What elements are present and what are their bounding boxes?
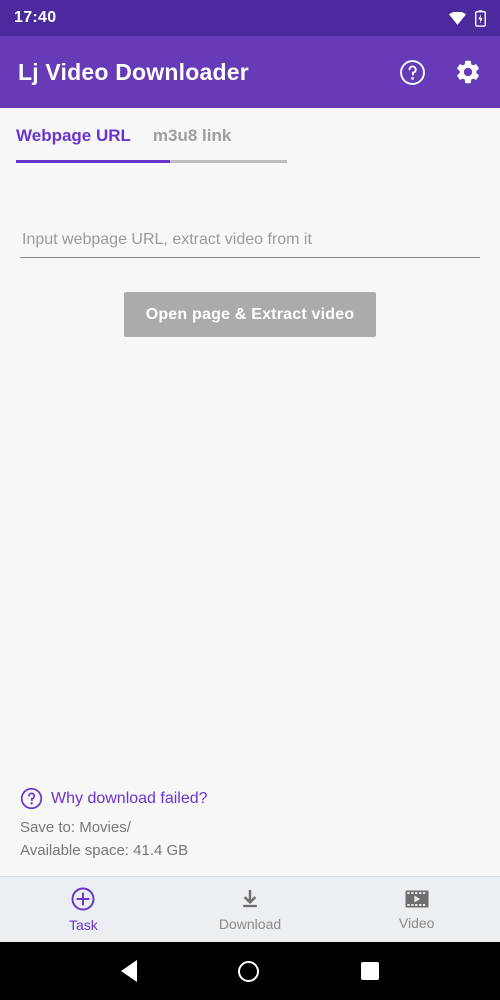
plus-circle-icon [70,886,96,912]
recents-button[interactable] [361,962,380,980]
nav-item-task[interactable]: Task [0,877,167,942]
android-system-nav [0,942,500,1000]
bottom-navigation: Task Download Video [0,876,500,942]
app-bar: Lj Video Downloader [0,36,500,108]
nav-label-task: Task [68,917,98,933]
home-button[interactable] [238,960,260,982]
nav-item-download[interactable]: Download [167,877,334,942]
battery-charging-icon [475,9,486,27]
available-space-label: Available space: 41.4 GB [20,841,189,859]
nav-label-video: Video [398,915,435,931]
download-icon [238,887,262,911]
film-play-icon [404,888,430,910]
extract-video-button[interactable]: Open page & Extract video [124,292,376,337]
app-screen: 17:40 Lj Video Downloader Webpage URL m3… [0,0,500,1000]
main-content: Open page & Extract video Why download f… [0,163,500,876]
help-circle-icon [20,787,43,810]
save-to-label: Save to: Movies/ [20,819,131,836]
why-download-failed-link[interactable]: Why download failed? [20,787,480,810]
tab-list: Webpage URL m3u8 link [0,126,500,160]
url-input[interactable] [20,231,480,258]
tab-webpage-url[interactable]: Webpage URL [16,126,131,160]
app-bar-actions [399,58,482,86]
tab-bar: Webpage URL m3u8 link [0,108,500,163]
url-input-row [20,231,480,258]
status-bar: 17:40 [0,0,500,36]
why-download-failed-label: Why download failed? [51,789,208,807]
nav-label-download: Download [218,916,282,932]
status-clock: 17:40 [14,9,57,26]
back-button[interactable] [120,960,137,982]
status-icons [449,9,486,27]
help-icon[interactable] [399,59,426,86]
footer-info: Why download failed? Save to: Movies/ Av… [20,787,480,876]
nav-item-video[interactable]: Video [333,877,500,942]
tab-m3u8-link[interactable]: m3u8 link [153,126,231,160]
gear-icon[interactable] [454,58,482,86]
wifi-icon [449,11,466,25]
page-title: Lj Video Downloader [18,58,249,85]
